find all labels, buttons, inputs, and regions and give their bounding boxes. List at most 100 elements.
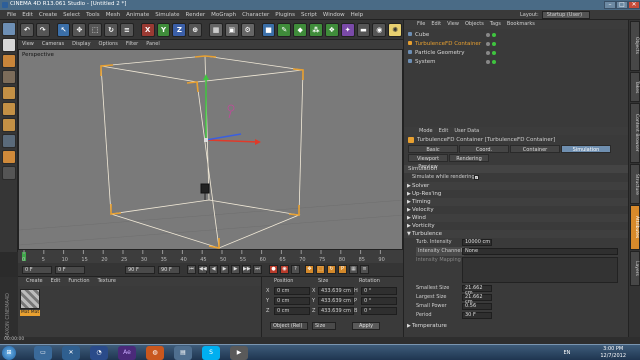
workplane-icon[interactable] [2,70,16,84]
record-parameter-icon[interactable]: P [338,265,347,274]
rotation-field[interactable]: 0 ° [361,297,397,305]
z-axis-lock-icon[interactable]: Z [172,22,187,37]
coordinate-size-select[interactable]: Size [312,322,336,330]
previous-frame-icon[interactable]: ◀ [209,265,218,274]
rotation-field[interactable]: 0 ° [361,287,397,295]
side-tab-attributes[interactable]: Attributes [630,205,640,250]
material-swatch[interactable] [20,289,40,309]
after-effects-taskbar-icon[interactable]: Ae [118,346,136,360]
side-tab-objects[interactable]: Objects [630,21,640,71]
media-taskbar-icon[interactable]: ▶ [230,346,248,360]
position-field[interactable]: 0 cm [274,307,310,315]
object-menu-bookmarks[interactable]: Bookmarks [504,20,538,29]
current-frame-field[interactable]: 0 F [55,265,85,274]
max-frame-field[interactable]: 90 F [158,265,180,274]
firefox-taskbar-icon[interactable]: ◍ [146,346,164,360]
size-field[interactable]: 433.639 cm [318,297,354,305]
object-menu-file[interactable]: File [414,20,428,29]
object-menu-tags[interactable]: Tags [487,20,504,29]
turb-intensity-field[interactable]: 10000 cm [462,239,492,246]
redo-icon[interactable]: ↷ [35,22,50,37]
section-temperature[interactable]: ▶ Temperature [404,322,628,330]
material-menu-function[interactable]: Function [64,277,93,286]
tab-simulation[interactable]: Simulation [561,145,611,153]
section-turbulence[interactable]: ▼ Turbulence [404,230,628,238]
clock[interactable]: 3:00 PM 12/7/2012 [600,346,626,360]
network-taskbar-icon[interactable]: ✕ [62,346,80,360]
move-icon[interactable]: ✥ [72,22,87,37]
tab-basic[interactable]: Basic [408,145,458,153]
editor-visibility-icon[interactable] [486,51,490,55]
side-tab-takes[interactable]: Takes [630,72,640,102]
render-settings-icon[interactable]: ⚙ [240,22,255,37]
scale-icon[interactable]: ⬚ [88,22,103,37]
material-menu-edit[interactable]: Edit [47,277,65,286]
close-button[interactable]: ✕ [628,1,640,9]
viewport-menu-display[interactable]: Display [68,40,94,49]
menu-file[interactable]: File [4,10,19,20]
material-menu-texture[interactable]: Texture [94,277,120,286]
enabled-check-icon[interactable] [492,42,496,46]
menu-render[interactable]: Render [183,10,209,20]
menu-edit[interactable]: Edit [19,10,36,20]
end-frame-field[interactable]: 90 F [125,265,155,274]
viewport-menu-filter[interactable]: Filter [122,40,142,49]
viewport-menu-cameras[interactable]: Cameras [38,40,68,49]
section-timing[interactable]: ▶ Timing [404,198,628,206]
apply-button[interactable]: Apply [352,322,380,330]
skype-taskbar-icon[interactable]: S [202,346,220,360]
size-field[interactable]: 433.639 cm [318,307,354,315]
position-field[interactable]: 0 cm [274,297,310,305]
recent-tools-icon[interactable]: ≡ [119,22,134,37]
deformer-icon[interactable]: ✦ [340,22,355,37]
menu-tools[interactable]: Tools [83,10,103,20]
autokey-icon[interactable]: ◉ [280,265,289,274]
period-field[interactable]: 30 F [462,312,492,319]
start-frame-field[interactable]: 0 F [22,265,52,274]
attribute-menu-user-data[interactable]: User Data [451,128,482,134]
menu-script[interactable]: Script [298,10,320,20]
simulate-while-rendering-checkbox[interactable]: ✓ [474,175,479,180]
live-selection-icon[interactable]: ↖ [56,22,71,37]
menu-select[interactable]: Select [60,10,83,20]
menu-simulate[interactable]: Simulate [152,10,182,20]
texture-mode-icon[interactable] [2,54,16,68]
snap-icon[interactable] [2,166,16,180]
menu-mograph[interactable]: MoGraph [208,10,239,20]
start-button-icon[interactable]: ⊞ [2,346,16,360]
tab-rendering[interactable]: Rendering [449,154,489,162]
object-list-item[interactable]: System [404,58,628,67]
timeline[interactable]: 0 5 10 15 20 25 30 35 40 45 50 55 60 65 70 75 80 85 90 [18,250,403,263]
object-menu-view[interactable]: View [444,20,462,29]
play-icon[interactable]: ▶ [220,265,229,274]
section-solver[interactable]: ▶ Solver [404,182,628,190]
scene-floor-icon[interactable]: ▬ [356,22,371,37]
model-mode-icon[interactable] [2,38,16,52]
record-keys-icon[interactable]: ● [269,265,278,274]
viewport-menu-options[interactable]: Options [95,40,122,49]
viewport-menu-panel[interactable]: Panel [142,40,164,49]
folder-taskbar-icon[interactable]: ▤ [174,346,192,360]
side-tab-structure[interactable]: Structure [630,164,640,204]
intensity-channel-select[interactable]: None [462,248,618,255]
axis-gizmo[interactable] [203,74,261,145]
enabled-check-icon[interactable] [492,33,496,37]
timeline-ruler[interactable]: 0 5 10 15 20 25 30 35 40 45 50 55 60 65 70 75 80 85 90 [18,250,403,263]
cinema4d-taskbar-icon[interactable]: ◔ [90,346,108,360]
enabled-check-icon[interactable] [492,51,496,55]
object-menu-edit[interactable]: Edit [428,20,444,29]
tweak-mode-icon[interactable] [2,150,16,164]
timeline-settings-icon[interactable]: ≡ [360,265,369,274]
menu-window[interactable]: Window [320,10,348,20]
small-power-field[interactable]: 0.56 [462,303,492,310]
particle-emitter-object[interactable] [200,183,210,200]
record-position-icon[interactable]: ✥ [305,265,314,274]
object-list-item[interactable]: TurbulenceFD Container [404,40,628,49]
keyframe-selection-icon[interactable]: ? [291,265,300,274]
instance-icon[interactable]: ❖ [324,22,339,37]
section-up-res-ing[interactable]: ▶ Up-Res'ing [404,190,628,198]
intensity-mapping-curve[interactable] [462,257,618,283]
edges-mode-icon[interactable] [2,102,16,116]
light-icon[interactable]: ✺ [388,22,403,37]
smallest-size-field[interactable]: 21.662 cm [462,285,492,296]
